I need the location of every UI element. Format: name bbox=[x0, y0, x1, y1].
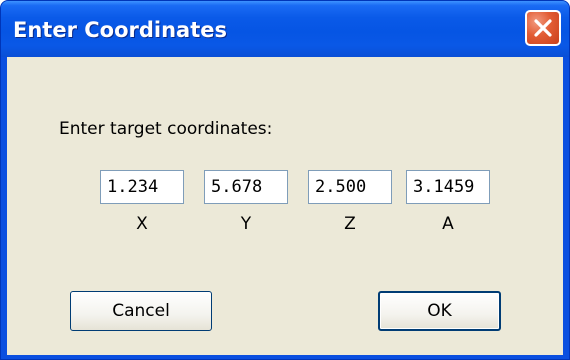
a-label: A bbox=[442, 214, 454, 234]
x-label: X bbox=[136, 214, 148, 234]
cancel-button[interactable]: Cancel bbox=[70, 291, 212, 331]
title-bar[interactable]: Enter Coordinates bbox=[1, 1, 569, 57]
close-icon bbox=[534, 19, 552, 37]
dialog-window: Enter Coordinates Enter target coordinat… bbox=[0, 0, 570, 360]
window-title: Enter Coordinates bbox=[13, 18, 227, 42]
prompt-label: Enter target coordinates: bbox=[59, 119, 273, 139]
dialog-body: Enter target coordinates: X Y Z A Cancel… bbox=[7, 57, 563, 355]
close-button[interactable] bbox=[525, 10, 561, 46]
x-coordinate-input[interactable] bbox=[100, 170, 184, 204]
y-coordinate-input[interactable] bbox=[204, 170, 288, 204]
z-coordinate-input[interactable] bbox=[308, 170, 392, 204]
ok-button[interactable]: OK bbox=[378, 291, 501, 331]
z-label: Z bbox=[344, 214, 356, 234]
a-coordinate-input[interactable] bbox=[406, 170, 490, 204]
y-label: Y bbox=[240, 214, 252, 234]
